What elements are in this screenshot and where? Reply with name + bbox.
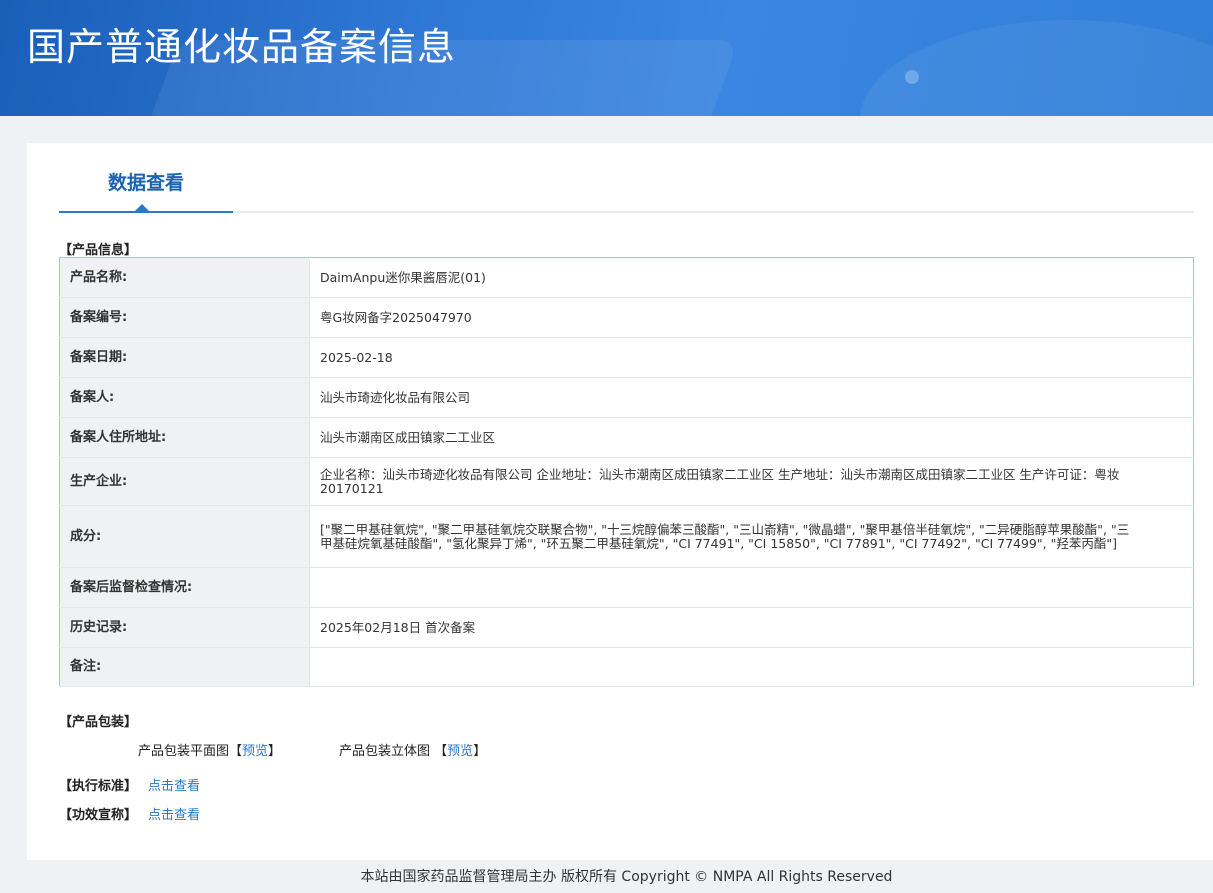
info-row: 成分: ["聚二甲基硅氧烷", "聚二甲基硅氧烷交联聚合物", "十三烷醇偏苯三酸… xyxy=(59,505,1194,568)
active-tab-caret-icon xyxy=(135,204,149,211)
info-value: 2025-02-18 xyxy=(309,337,1194,378)
bracket: 】 xyxy=(268,744,282,759)
info-value: DaimAnpu迷你果酱唇泥(01) xyxy=(309,257,1194,298)
packaging-solid-row: 产品包装立体图 【预览】 xyxy=(339,740,486,759)
standard-view-link[interactable]: 点击查看 xyxy=(148,775,200,794)
product-info-table: 产品名称: DaimAnpu迷你果酱唇泥(01) 备案编号: 粤G妆网备字202504… xyxy=(59,257,1194,687)
info-row: 产品名称: DaimAnpu迷你果酱唇泥(01) xyxy=(59,257,1194,298)
footer-copyright: 本站由国家药品监督管理局主办 版权所有 Copyright © NMPA All… xyxy=(360,869,893,885)
bracket: 【 xyxy=(434,744,448,759)
info-value: ["聚二甲基硅氧烷", "聚二甲基硅氧烷交联聚合物", "十三烷醇偏苯三酸酯",… xyxy=(309,505,1194,568)
info-row: 备案人: 汕头市琦迹化妆品有限公司 xyxy=(59,377,1194,418)
info-row: 历史记录: 2025年02月18日 首次备案 xyxy=(59,607,1194,648)
packaging-solid-label: 产品包装立体图 xyxy=(339,744,431,759)
content-card: 数据查看 【产品信息】 产品名称: DaimAnpu迷你果酱唇泥(01) 备案编号:… xyxy=(27,143,1213,860)
info-row: 备案日期: 2025-02-18 xyxy=(59,337,1194,378)
info-row: 备案编号: 粤G妆网备字2025047970 xyxy=(59,297,1194,338)
packaging-flat-preview-link[interactable]: 预览 xyxy=(242,744,268,759)
packaging-flat-row: 产品包装平面图【预览】 xyxy=(138,740,281,759)
info-label: 备案编号: xyxy=(59,297,310,338)
section-title-efficacy: 【功效宣称】 xyxy=(59,808,138,823)
info-label: 备案人住所地址: xyxy=(59,417,310,458)
section-title-product-info: 【产品信息】 xyxy=(59,243,138,258)
info-value xyxy=(309,567,1194,608)
info-label: 备注: xyxy=(59,647,310,687)
section-title-packaging: 【产品包装】 xyxy=(59,715,138,730)
info-row: 备案人住所地址: 汕头市潮南区成田镇家二工业区 xyxy=(59,417,1194,458)
tab-bar: 数据查看 xyxy=(59,143,1194,213)
banner-decoration xyxy=(905,70,919,84)
info-value: 汕头市琦迹化妆品有限公司 xyxy=(309,377,1194,418)
info-row: 备注: xyxy=(59,647,1194,687)
efficacy-view-link[interactable]: 点击查看 xyxy=(148,804,200,823)
bracket: 】 xyxy=(473,744,487,759)
info-value: 2025年02月18日 首次备案 xyxy=(309,607,1194,648)
tab-data-view[interactable]: 数据查看 xyxy=(59,143,233,213)
info-label: 生产企业: xyxy=(59,457,310,506)
info-label: 产品名称: xyxy=(59,257,310,298)
info-value: 企业名称：汕头市琦迹化妆品有限公司 企业地址：汕头市潮南区成田镇家二工业区 生产… xyxy=(309,457,1194,506)
banner-decoration xyxy=(860,20,1213,116)
info-label: 历史记录: xyxy=(59,607,310,648)
tab-label: 数据查看 xyxy=(107,172,184,194)
bracket: 【 xyxy=(229,744,243,759)
info-value: 汕头市潮南区成田镇家二工业区 xyxy=(309,417,1194,458)
info-row: 备案后监督检查情况: xyxy=(59,567,1194,608)
info-label: 成分: xyxy=(59,505,310,568)
page-title: 国产普通化妆品备案信息 xyxy=(27,25,457,69)
section-title-standard: 【执行标准】 xyxy=(59,779,138,794)
info-label: 备案人: xyxy=(59,377,310,418)
info-value: 粤G妆网备字2025047970 xyxy=(309,297,1194,338)
info-label: 备案后监督检查情况: xyxy=(59,567,310,608)
packaging-flat-label: 产品包装平面图 xyxy=(138,744,230,759)
packaging-solid-preview-link[interactable]: 预览 xyxy=(447,744,473,759)
info-value xyxy=(309,647,1194,687)
header-banner: 国产普通化妆品备案信息 xyxy=(0,0,1213,116)
info-label: 备案日期: xyxy=(59,337,310,378)
info-row: 生产企业: 企业名称：汕头市琦迹化妆品有限公司 企业地址：汕头市潮南区成田镇家二工… xyxy=(59,457,1194,506)
